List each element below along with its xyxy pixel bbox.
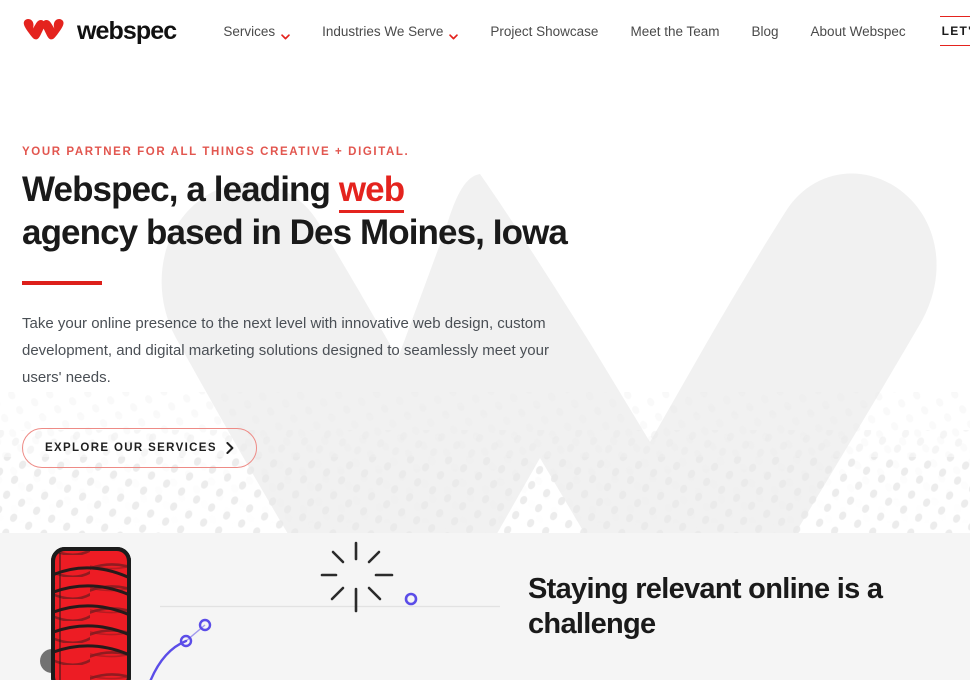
headline-highlight-web: web [338,170,405,213]
chevron-down-icon [281,28,290,40]
challenge-illustration [0,533,500,680]
challenge-title: Staying relevant online is a challenge [528,573,883,641]
red-phone-illustration [51,547,131,680]
nav-item-project-showcase[interactable]: Project Showcase [474,24,614,39]
blue-circle-dot-icon [404,592,418,606]
blue-bezier-curve-icon [149,618,212,680]
challenge-copy: Staying relevant online is a challenge [528,572,948,643]
logo-wordmark: webspec [77,16,177,45]
nav-item-label: Blog [751,23,779,39]
nav-item-label: Services [223,23,276,39]
challenge-section: Staying relevant online is a challenge [0,533,970,680]
hero-content: YOUR PARTNER FOR ALL THINGS CREATIVE + D… [0,62,600,469]
site-header: webspec Services Industries We Serve Pro… [0,0,970,62]
hero-divider-rule [22,281,102,286]
lets-talk-button[interactable]: LET'S TALK [939,16,970,46]
nav-item-industries-we-serve[interactable]: Industries We Serve [306,23,474,40]
nav-item-label: Meet the Team [630,23,720,39]
nav-item-label: Project Showcase [490,23,599,39]
sparkle-starburst-icon [320,541,394,613]
headline-part-one: Webspec, a leading [22,170,339,209]
nav-item-label: About Webspec [810,23,906,39]
nav-item-services[interactable]: Services [207,23,306,40]
nav-item-label: Industries We Serve [322,23,444,39]
cta-label: EXPLORE OUR SERVICES [45,442,217,455]
chevron-down-icon [449,28,459,40]
nav-item-blog[interactable]: Blog [736,24,795,39]
webspec-w-logo-icon [22,18,68,44]
hero-section: YOUR PARTNER FOR ALL THINGS CREATIVE + D… [0,62,970,533]
page-root: webspec Services Industries We Serve Pro… [0,0,970,680]
nav-item-about-webspec[interactable]: About Webspec [795,24,922,39]
explore-our-services-button[interactable]: EXPLORE OUR SERVICES [22,428,257,469]
chevron-right-icon [226,442,234,455]
nav-item-meet-the-team[interactable]: Meet the Team [614,24,735,39]
headline-part-two: agency based in Des Moines, Iowa [22,212,568,252]
hero-headline: Webspec, a leading web agency based in De… [22,169,600,254]
hero-lede: Take your online presence to the next le… [22,315,549,386]
logo[interactable]: webspec [22,16,177,45]
main-nav: Services Industries We Serve Project Sho… [207,16,970,46]
hero-eyebrow: YOUR PARTNER FOR ALL THINGS CREATIVE + D… [22,146,410,158]
